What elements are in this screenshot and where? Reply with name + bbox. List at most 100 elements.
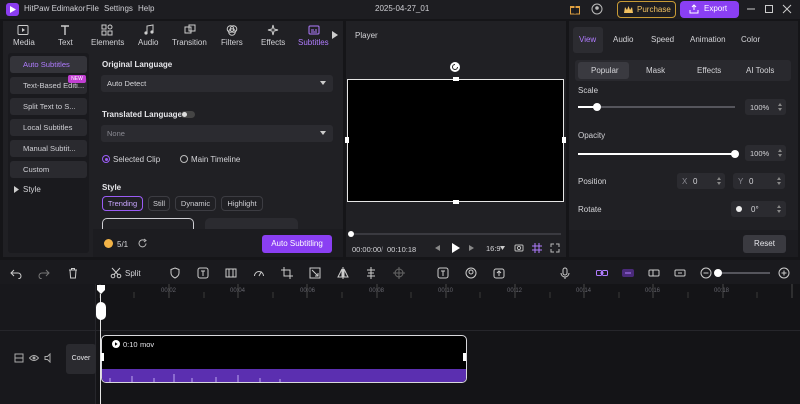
tab-color[interactable]: Color (741, 35, 760, 44)
sidebar-item-manual-subtitles[interactable]: Manual Subtit... (10, 140, 87, 157)
snapshot-icon[interactable] (514, 243, 524, 252)
menu-settings[interactable]: Settings (104, 4, 133, 13)
align-icon[interactable] (365, 267, 377, 279)
play-icon[interactable] (451, 243, 460, 253)
zoom-slider[interactable] (716, 272, 770, 274)
opacity-slider[interactable] (578, 150, 739, 158)
scale-slider[interactable] (578, 103, 735, 111)
sidebar-item-local-subtitles[interactable]: Local Subtitles (10, 119, 87, 136)
transition-icon[interactable] (184, 24, 196, 36)
resize-handle-bottom[interactable] (453, 200, 459, 204)
split-label[interactable]: Split (125, 269, 141, 278)
style-chip-trending[interactable]: Trending (102, 196, 143, 211)
sidebar-item-custom[interactable]: Custom (10, 161, 87, 178)
tab-elements[interactable]: Elements (91, 38, 124, 47)
next-frame-icon[interactable] (468, 244, 476, 252)
fullscreen-icon[interactable] (550, 243, 560, 253)
resize-icon[interactable] (309, 267, 321, 279)
radio-main-timeline[interactable] (180, 155, 188, 163)
minimize-icon[interactable] (746, 3, 756, 15)
zoom-in-icon[interactable] (778, 267, 790, 279)
preview-track-icon[interactable] (674, 267, 686, 279)
subtab-popular[interactable]: Popular (591, 66, 619, 75)
style-chip-dynamic[interactable]: Dynamic (175, 196, 216, 211)
scope-main-timeline[interactable]: Main Timeline (191, 155, 240, 164)
tabs-scroll-right-icon[interactable] (332, 31, 338, 39)
tab-audio-props[interactable]: Audio (613, 35, 633, 44)
visibility-icon[interactable] (29, 353, 39, 363)
split-icon[interactable] (110, 267, 122, 279)
redo-icon[interactable] (38, 267, 50, 279)
undo-icon[interactable] (10, 267, 22, 279)
tab-audio[interactable]: Audio (138, 38, 158, 47)
original-language-select[interactable]: Auto Detect (101, 75, 333, 92)
player-playhead[interactable] (348, 231, 354, 237)
microphone-icon[interactable] (559, 267, 571, 279)
text-box-icon[interactable] (197, 267, 209, 279)
position-y-input[interactable]: Y 0 (733, 173, 785, 189)
rotate-stepper-icon[interactable] (777, 205, 781, 213)
translated-language-select[interactable]: None (101, 125, 333, 142)
tab-transition[interactable]: Transition (172, 38, 207, 47)
crosshair-icon[interactable] (393, 267, 405, 279)
tab-animation[interactable]: Animation (690, 35, 726, 44)
opacity-stepper-icon[interactable] (778, 149, 782, 157)
resize-handle-top[interactable] (453, 77, 459, 81)
delete-icon[interactable] (67, 267, 79, 279)
reset-button[interactable]: Reset (743, 235, 786, 253)
tab-filters[interactable]: Filters (221, 38, 243, 47)
rotate-input[interactable]: 0° (731, 201, 786, 217)
speed-icon[interactable] (253, 267, 265, 279)
export-button[interactable]: Export (680, 1, 739, 18)
upload-icon[interactable] (493, 267, 505, 279)
scale-slider-thumb[interactable] (593, 103, 601, 111)
scale-stepper-icon[interactable] (778, 103, 782, 111)
opacity-slider-thumb[interactable] (731, 150, 739, 158)
crop-icon[interactable] (281, 267, 293, 279)
position-x-stepper-icon[interactable] (717, 177, 721, 185)
close-icon[interactable] (782, 3, 792, 15)
tab-text[interactable]: Text (58, 38, 73, 47)
video-canvas[interactable] (347, 79, 564, 202)
tab-speed[interactable]: Speed (651, 35, 674, 44)
prev-frame-icon[interactable] (433, 244, 441, 252)
sidebar-item-style[interactable]: Style (23, 185, 41, 194)
position-y-stepper-icon[interactable] (777, 177, 781, 185)
scope-selected-clip[interactable]: Selected Clip (113, 155, 160, 164)
clip-trim-left[interactable] (101, 353, 104, 361)
subtitles-icon[interactable] (308, 24, 320, 36)
style-chip-still[interactable]: Still (148, 196, 170, 211)
grid-icon[interactable] (532, 243, 542, 253)
menu-help[interactable]: Help (138, 4, 154, 13)
position-x-input[interactable]: X 0 (677, 173, 725, 189)
audio-track-icon[interactable] (44, 353, 54, 363)
tab-effects[interactable]: Effects (261, 38, 285, 47)
player-scrubber[interactable] (351, 233, 561, 235)
video-clip[interactable] (101, 335, 467, 383)
gift-icon[interactable] (569, 3, 581, 15)
maximize-icon[interactable] (764, 3, 774, 15)
text-icon[interactable] (59, 24, 71, 36)
sidebar-item-auto-subtitles[interactable]: Auto Subtitles (10, 56, 87, 73)
link-icon[interactable] (596, 267, 608, 279)
subtab-mask[interactable]: Mask (646, 66, 665, 75)
user-icon[interactable] (591, 3, 603, 15)
mirror-icon[interactable] (337, 267, 349, 279)
clip-trim-right[interactable] (463, 353, 466, 361)
rotate-dial-icon[interactable] (736, 206, 742, 212)
refresh-icon[interactable] (137, 238, 148, 249)
playhead-marker-icon[interactable] (96, 285, 106, 295)
freeze-frame-icon[interactable] (225, 267, 237, 279)
opacity-input[interactable]: 100% (745, 145, 786, 161)
translate-toggle[interactable] (181, 111, 195, 118)
rotate-handle-icon[interactable] (449, 61, 461, 73)
cover-button[interactable]: Cover (66, 344, 96, 374)
purchase-button[interactable]: Purchase (617, 1, 676, 18)
radio-selected-clip[interactable] (102, 155, 110, 163)
zoom-slider-thumb[interactable] (714, 269, 722, 277)
shield-icon[interactable] (169, 267, 181, 279)
audio-icon[interactable] (143, 24, 155, 36)
elements-icon[interactable] (101, 24, 113, 36)
resize-handle-left[interactable] (345, 137, 349, 143)
auto-subtitling-button[interactable]: Auto Subtitling (262, 235, 332, 253)
